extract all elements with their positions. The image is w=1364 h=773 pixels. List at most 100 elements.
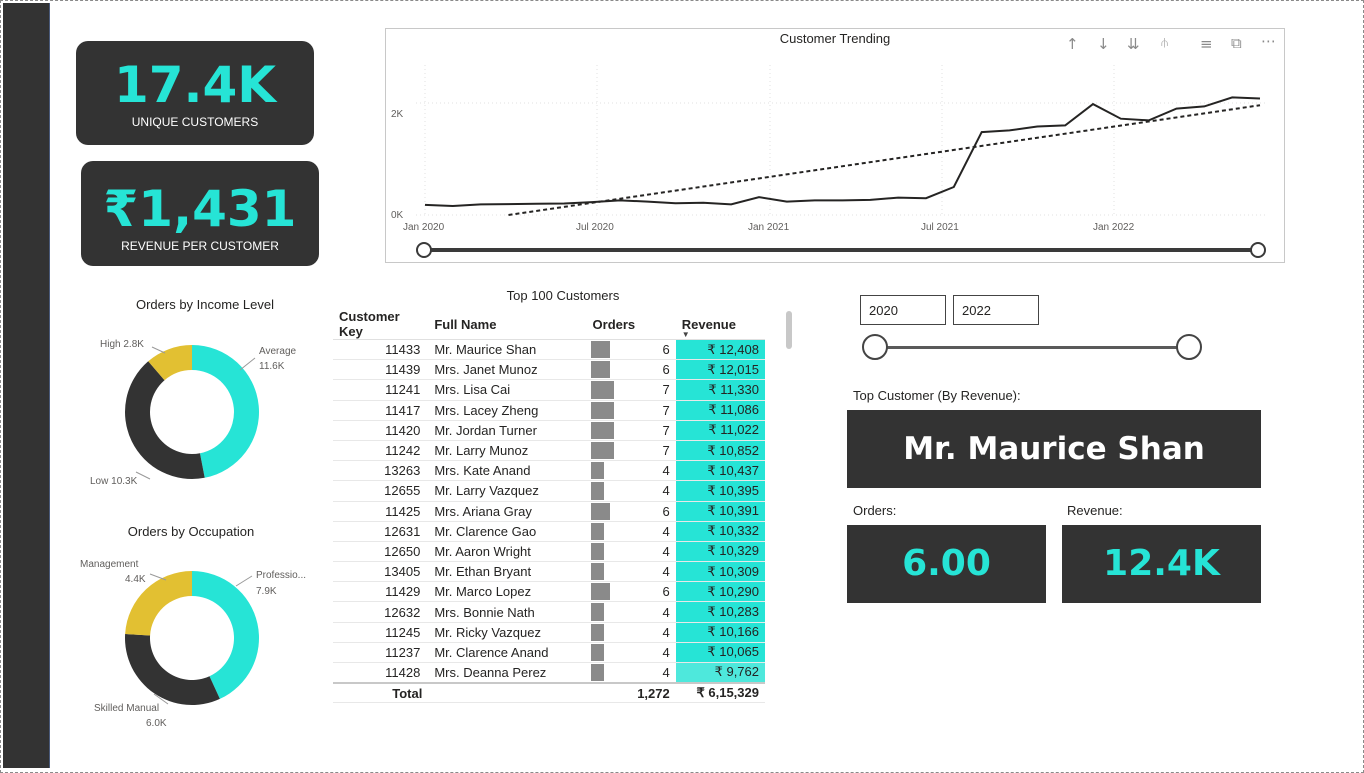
- cell-customer-key: 11439: [333, 359, 429, 381]
- table-row[interactable]: 12631 Mr. Clarence Gao 4 ₹ 10,332: [333, 521, 765, 542]
- cell-full-name: Mr. Aaron Wright: [428, 541, 589, 563]
- table-row[interactable]: 11428 Mrs. Deanna Perez 4 ₹ 9,762: [333, 662, 765, 684]
- leader-line: [235, 575, 253, 587]
- orders-value: 4: [662, 463, 670, 479]
- table-row[interactable]: 12650 Mr. Aaron Wright 4 ₹ 10,329: [333, 541, 765, 563]
- orders-data-bar: [590, 664, 604, 681]
- cell-orders: 4: [588, 642, 676, 664]
- table-row[interactable]: 11429 Mr. Marco Lopez 6 ₹ 10,290: [333, 581, 765, 603]
- x-tick-label: Jan 2021: [748, 222, 790, 233]
- table-row[interactable]: 11420 Mr. Jordan Turner 7 ₹ 11,022: [333, 420, 765, 441]
- column-header-customer-key[interactable]: Customer Key: [333, 309, 429, 340]
- cell-customer-key: 11245: [333, 622, 429, 643]
- cell-revenue: ₹ 10,852: [675, 440, 765, 462]
- table-row[interactable]: 12655 Mr. Larry Vazquez 4 ₹ 10,395: [333, 480, 765, 502]
- orders-data-bar: [590, 401, 614, 419]
- orders-value: 4: [662, 604, 670, 620]
- orders-value: 7: [662, 422, 670, 438]
- y-tick-label: 2K: [391, 109, 404, 120]
- cell-revenue: ₹ 10,332: [675, 521, 765, 542]
- column-header-revenue[interactable]: Revenue ▼: [675, 309, 765, 340]
- orders-label: Orders:: [853, 503, 897, 518]
- left-sidebar-bar: [3, 3, 50, 768]
- revenue-header-label: Revenue: [681, 316, 736, 332]
- donut-slice-skilled-manual[interactable]: [125, 633, 220, 705]
- cell-full-name: Mrs. Ariana Gray: [428, 501, 589, 522]
- table-row[interactable]: 11245 Mr. Ricky Vazquez 4 ₹ 10,166: [333, 622, 765, 643]
- table-row[interactable]: 11439 Mrs. Janet Munoz 6 ₹ 12,015: [333, 359, 765, 381]
- occupation-donut-title: Orders by Occupation: [127, 524, 255, 539]
- table-row[interactable]: 12632 Mrs. Bonnie Nath 4 ₹ 10,283: [333, 601, 765, 623]
- total-empty-cell: [428, 681, 589, 704]
- top-customer-orders-value: 6.00: [847, 525, 1046, 603]
- year-start-input[interactable]: 2020: [860, 295, 946, 325]
- revenue-per-customer-value: ₹1,431: [103, 180, 297, 238]
- occupation-donut-chart[interactable]: Professio... 7.9K Management 4.4K Skille…: [70, 546, 320, 736]
- column-header-full-name[interactable]: Full Name: [428, 309, 589, 340]
- orders-value: 4: [662, 644, 670, 660]
- table-row[interactable]: 13263 Mrs. Kate Anand 4 ₹ 10,437: [333, 460, 765, 482]
- column-header-orders[interactable]: Orders: [588, 309, 676, 340]
- cell-full-name: Mr. Larry Vazquez: [428, 480, 589, 502]
- cell-orders: 6: [588, 339, 676, 361]
- unique-customers-value: 17.4K: [113, 56, 277, 114]
- orders-value: 6: [662, 584, 670, 600]
- cell-full-name: Mr. Maurice Shan: [428, 339, 589, 361]
- donut-label-low: Low 10.3K: [90, 476, 138, 487]
- table-row[interactable]: 13405 Mr. Ethan Bryant 4 ₹ 10,309: [333, 561, 765, 583]
- cell-full-name: Mr. Clarence Anand: [428, 642, 589, 664]
- cell-customer-key: 11420: [333, 420, 429, 441]
- table-row[interactable]: 11433 Mr. Maurice Shan 6 ₹ 12,408: [333, 339, 765, 361]
- zoom-slider-left-handle[interactable]: [416, 242, 432, 258]
- cell-revenue: ₹ 12,408: [675, 339, 765, 361]
- table-row[interactable]: 11241 Mrs. Lisa Cai 7 ₹ 11,330: [333, 379, 765, 401]
- cell-orders: 7: [588, 420, 676, 441]
- orders-value: 4: [662, 523, 670, 539]
- orders-value: 4: [662, 483, 670, 499]
- orders-data-bar: [590, 522, 604, 540]
- orders-data-bar: [590, 542, 604, 561]
- table-row[interactable]: 11417 Mrs. Lacey Zheng 7 ₹ 11,086: [333, 400, 765, 421]
- orders-data-bar: [590, 482, 604, 500]
- table-row[interactable]: 11237 Mr. Clarence Anand 4 ₹ 10,065: [333, 642, 765, 664]
- year-slider-start-handle[interactable]: [862, 334, 888, 360]
- cell-revenue: ₹ 11,022: [675, 420, 765, 441]
- cell-orders: 7: [588, 400, 676, 421]
- table-scrollbar[interactable]: [786, 311, 792, 349]
- cell-orders: 6: [588, 359, 676, 381]
- leader-line: [151, 346, 166, 354]
- unique-customers-card: 17.4K UNIQUE CUSTOMERS: [76, 41, 314, 145]
- cell-full-name: Mrs. Deanna Perez: [428, 662, 589, 684]
- cell-customer-key: 11242: [333, 440, 429, 462]
- donut-label-skilled-manual: Skilled Manual: [94, 703, 159, 714]
- orders-value: 4: [662, 664, 670, 680]
- zoom-slider-right-handle[interactable]: [1250, 242, 1266, 258]
- year-slider-track[interactable]: [876, 346, 1190, 349]
- donut-slice-average[interactable]: [192, 345, 259, 478]
- cell-orders: 4: [588, 561, 676, 583]
- leader-line: [149, 573, 167, 581]
- donut-value-professional: 7.9K: [256, 586, 277, 597]
- income-donut-chart[interactable]: Average 11.6K Low 10.3K High 2.8K: [80, 320, 320, 500]
- orders-value: 4: [662, 543, 670, 559]
- donut-value-average: 11.6K: [259, 361, 285, 372]
- cell-revenue: ₹ 10,329: [675, 541, 765, 563]
- orders-data-bar: [590, 381, 614, 399]
- sort-descending-icon: ▼: [681, 330, 690, 339]
- zoom-slider-track[interactable]: [424, 248, 1258, 252]
- cell-full-name: Mr. Clarence Gao: [428, 521, 589, 542]
- year-slider-end-handle[interactable]: [1176, 334, 1202, 360]
- year-end-input[interactable]: 2022: [953, 295, 1039, 325]
- cell-orders: 4: [588, 521, 676, 542]
- orders-data-bar: [590, 583, 611, 601]
- leader-line: [135, 471, 151, 480]
- orders-data-bar: [590, 643, 604, 661]
- table-row[interactable]: 11242 Mr. Larry Munoz 7 ₹ 10,852: [333, 440, 765, 462]
- unique-customers-label: UNIQUE CUSTOMERS: [131, 115, 259, 129]
- revenue-per-customer-card: ₹1,431 REVENUE PER CUSTOMER: [81, 161, 319, 266]
- orders-value: 4: [662, 564, 670, 580]
- cell-orders: 4: [588, 662, 676, 684]
- cell-orders: 7: [588, 440, 676, 462]
- customer-trending-chart[interactable]: Customer Trending ↑ ↓ ⇊ ⫛ ≡ ⧉ ⋯ 2K 0K Ja…: [385, 28, 1285, 263]
- table-row[interactable]: 11425 Mrs. Ariana Gray 6 ₹ 10,391: [333, 501, 765, 522]
